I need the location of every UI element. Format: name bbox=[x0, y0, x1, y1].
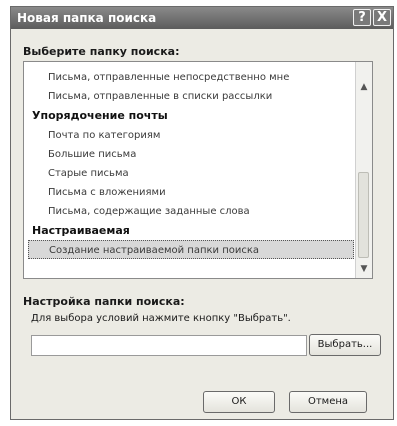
customize-folder-label: Настройка папки поиска: bbox=[23, 295, 185, 308]
select-folder-label: Выберите папку поиска: bbox=[23, 45, 180, 58]
list-item[interactable]: Письма с вложениями bbox=[24, 183, 356, 202]
help-button[interactable]: ? bbox=[353, 9, 371, 26]
cancel-button[interactable]: Отмена bbox=[289, 391, 367, 413]
vertical-scrollbar[interactable]: ▲ ▼ bbox=[355, 62, 372, 278]
list-item[interactable]: Письма, отправленные непосредственно мне bbox=[24, 68, 356, 87]
scrollbar-thumb[interactable] bbox=[358, 172, 369, 258]
criteria-field[interactable] bbox=[31, 335, 307, 356]
close-button[interactable]: X bbox=[373, 9, 391, 26]
scroll-down-arrow-icon[interactable]: ▼ bbox=[358, 262, 370, 276]
dialog-title: Новая папка поиска bbox=[17, 11, 157, 25]
list-item[interactable]: Письма, отправленные в списки рассылки bbox=[24, 87, 356, 106]
list-item[interactable]: Старые письма bbox=[24, 164, 356, 183]
choose-button[interactable]: Выбрать... bbox=[309, 334, 381, 356]
new-search-folder-dialog: Новая папка поиска ? X Выберите папку по… bbox=[10, 6, 394, 420]
criteria-hint: Для выбора условий нажмите кнопку "Выбра… bbox=[31, 313, 291, 324]
title-bar[interactable]: Новая папка поиска ? X bbox=[11, 7, 393, 29]
list-category-header: Упорядочение почты bbox=[32, 109, 168, 122]
scroll-up-arrow-icon[interactable]: ▲ bbox=[358, 80, 370, 94]
list-item[interactable]: Почта по категориям bbox=[24, 126, 356, 145]
search-folder-list[interactable]: Письма, отправленные непосредственно мне… bbox=[23, 61, 373, 279]
ok-button[interactable]: ОК bbox=[203, 391, 275, 413]
list-item-selected[interactable]: Создание настраиваемой папки поиска bbox=[28, 240, 354, 259]
list-item[interactable]: Большие письма bbox=[24, 145, 356, 164]
list-category-header: Настраиваемая bbox=[32, 224, 130, 237]
list-item[interactable]: Письма, содержащие заданные слова bbox=[24, 202, 356, 221]
